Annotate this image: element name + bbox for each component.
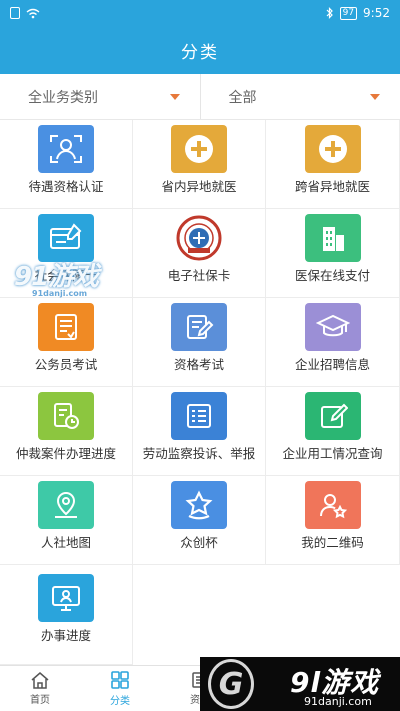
social-security-seal-icon bbox=[171, 214, 227, 262]
service-progress[interactable]: 办事进度 bbox=[0, 565, 133, 665]
service-label: 资格考试 bbox=[173, 357, 224, 372]
service-civil-service-exam[interactable]: 公务员考试 bbox=[0, 298, 133, 387]
tab-label: 分类 bbox=[110, 696, 130, 707]
service-pension-qualification[interactable]: 待遇资格认证 bbox=[0, 120, 133, 209]
service-innovation-cup[interactable]: 众创杯 bbox=[133, 476, 266, 565]
complaint-list-icon bbox=[171, 392, 227, 440]
watermark: 91游戏 91danji.com bbox=[14, 262, 99, 298]
service-online-medical-payment[interactable]: 医保在线支付 bbox=[266, 209, 400, 298]
service-label: 企业招聘信息 bbox=[294, 357, 370, 372]
scope-dropdown[interactable]: 全部 bbox=[199, 74, 400, 119]
edit-document-icon bbox=[171, 303, 227, 351]
service-label: 待遇资格认证 bbox=[28, 179, 104, 194]
chevron-down-icon bbox=[169, 93, 180, 100]
graduation-cap-icon bbox=[304, 303, 361, 351]
medical-cross-icon bbox=[304, 125, 361, 173]
tab-category[interactable]: 分类 bbox=[80, 666, 160, 711]
page-title: 分类 bbox=[181, 42, 219, 63]
grid-icon bbox=[111, 671, 129, 689]
tab-home[interactable]: 首页 bbox=[0, 666, 80, 711]
service-labor-complaint[interactable]: 劳动监察投诉、举报 bbox=[133, 387, 266, 476]
monitor-user-icon bbox=[38, 574, 94, 622]
medical-cross-icon bbox=[171, 125, 227, 173]
status-bar: 97 9:52 bbox=[0, 0, 400, 26]
service-label: 众创杯 bbox=[180, 535, 218, 550]
service-label: 人社地图 bbox=[40, 535, 91, 550]
brand-url: 91danji.com bbox=[304, 695, 372, 708]
battery-level: 97 bbox=[339, 6, 358, 20]
scope-label: 全部 bbox=[228, 89, 257, 106]
pen-edit-icon bbox=[304, 392, 361, 440]
face-scan-icon bbox=[38, 125, 94, 173]
business-category-label: 全业务类别 bbox=[28, 89, 98, 106]
card-icon bbox=[38, 214, 94, 262]
service-label: 公务员考试 bbox=[34, 357, 98, 372]
service-job-recruitment[interactable]: 企业招聘信息 bbox=[266, 298, 400, 387]
service-label: 我的二维码 bbox=[301, 535, 364, 550]
filter-bar: 全业务类别 全部 bbox=[0, 74, 400, 120]
service-label: 电子社保卡 bbox=[167, 268, 231, 283]
service-label: 办事进度 bbox=[40, 628, 91, 643]
building-icon bbox=[304, 214, 361, 262]
home-icon bbox=[31, 672, 49, 689]
service-label: 跨省异地就医 bbox=[294, 179, 370, 194]
map-pin-icon bbox=[38, 481, 94, 529]
service-in-province-medical[interactable]: 省内异地就医 bbox=[133, 120, 266, 209]
service-employment-query[interactable]: 企业用工情况查询 bbox=[266, 387, 400, 476]
service-label: 省内异地就医 bbox=[161, 179, 237, 194]
service-arbitration-progress[interactable]: 仲裁案件办理进度 bbox=[0, 387, 133, 476]
service-label: 企业用工情况查询 bbox=[282, 446, 383, 461]
service-label: 仲裁案件办理进度 bbox=[15, 446, 116, 461]
service-qualification-exam[interactable]: 资格考试 bbox=[133, 298, 266, 387]
tab-label: 首页 bbox=[30, 695, 50, 706]
clock: 9:52 bbox=[363, 6, 390, 20]
bluetooth-icon bbox=[326, 7, 333, 19]
wifi-icon bbox=[26, 8, 40, 18]
brand-watermark-banner: G 9l游戏 91danji.com bbox=[200, 657, 400, 711]
document-clock-icon bbox=[38, 392, 94, 440]
page-title-bar: 分类 bbox=[0, 26, 400, 74]
service-cross-province-medical[interactable]: 跨省异地就医 bbox=[266, 120, 400, 209]
service-label: 劳动监察投诉、举报 bbox=[142, 446, 256, 461]
service-my-qr-code[interactable]: 我的二维码 bbox=[266, 476, 400, 565]
exam-paper-icon bbox=[38, 303, 94, 351]
business-category-dropdown[interactable]: 全业务类别 bbox=[0, 74, 200, 119]
service-hr-map[interactable]: 人社地图 bbox=[0, 476, 133, 565]
service-label: 医保在线支付 bbox=[294, 268, 370, 283]
brand-logo-icon: G bbox=[208, 659, 254, 709]
star-cup-icon bbox=[171, 481, 227, 529]
user-star-icon bbox=[304, 481, 361, 529]
service-e-social-card[interactable]: 电子社保卡 bbox=[133, 209, 266, 298]
sim-icon bbox=[10, 7, 20, 19]
chevron-down-icon bbox=[370, 93, 380, 100]
